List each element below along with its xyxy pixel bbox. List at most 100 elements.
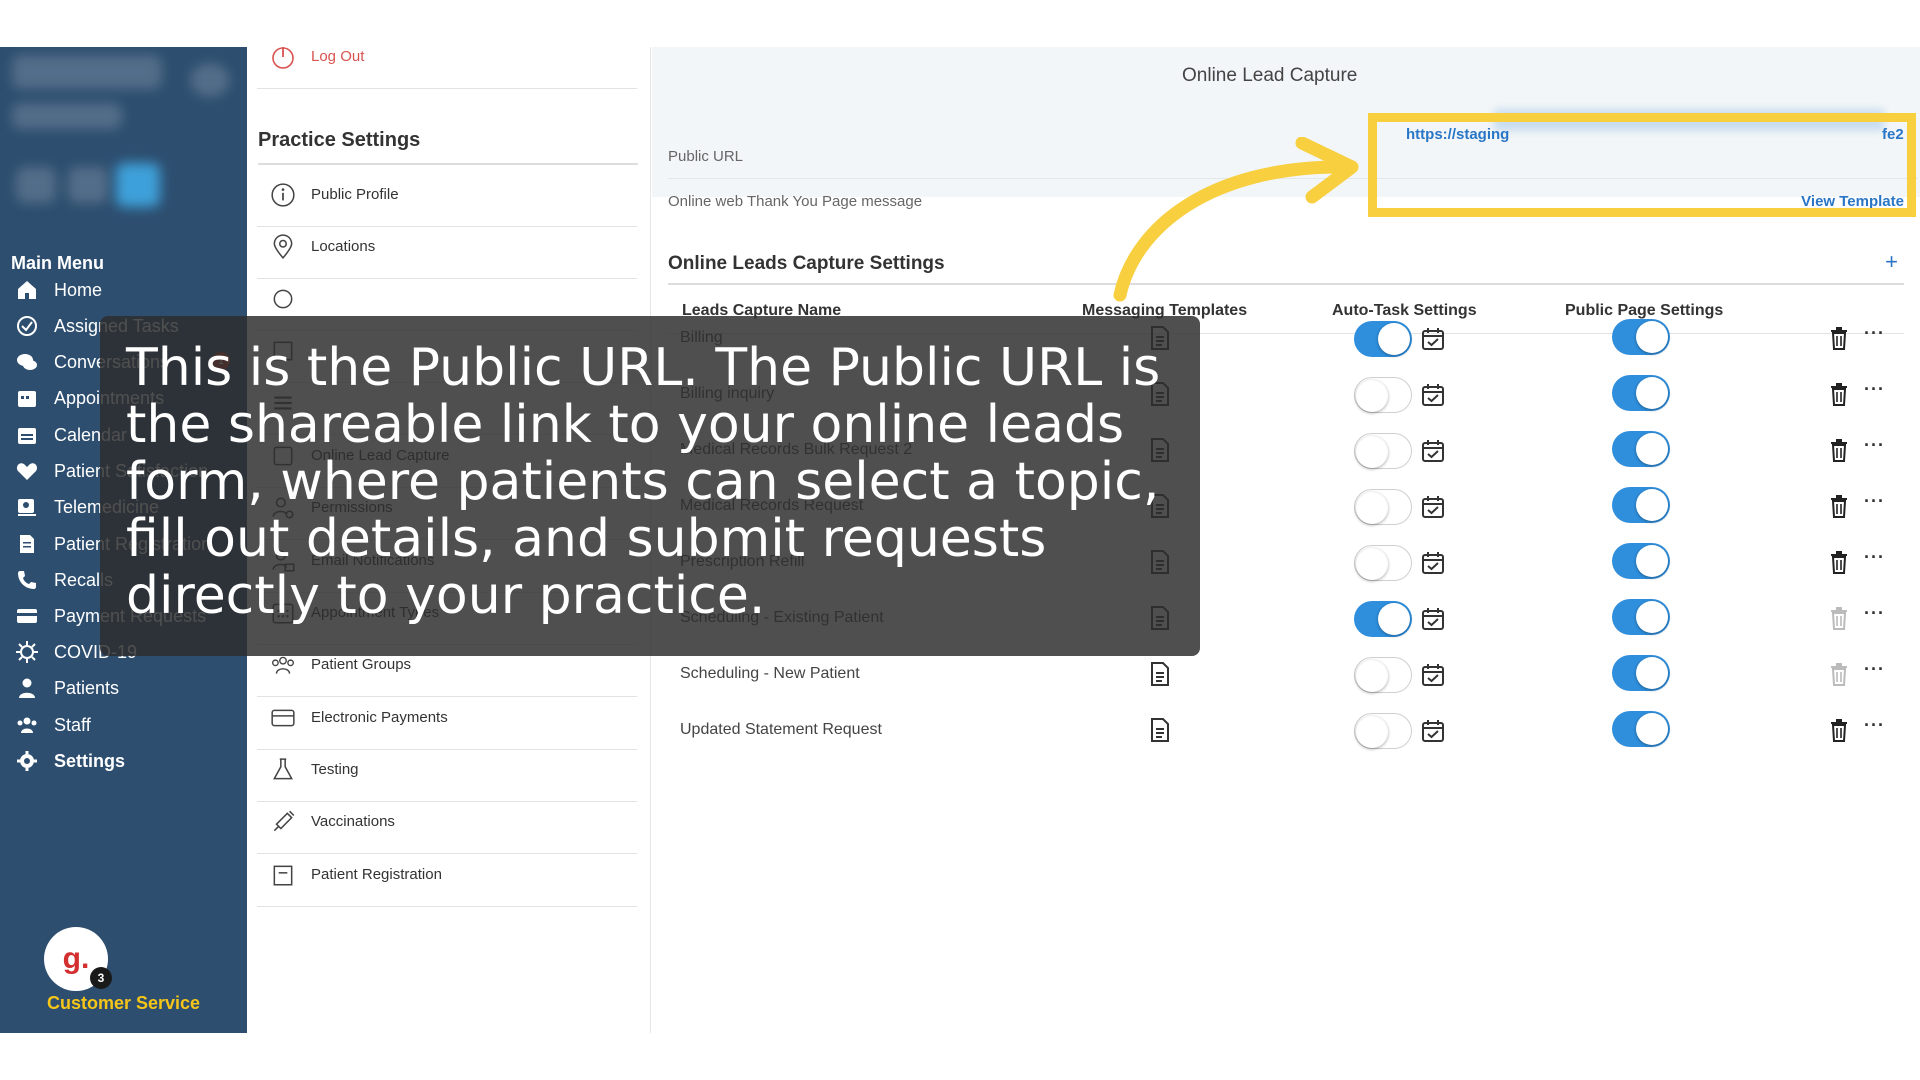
trash-icon[interactable] — [1828, 381, 1850, 407]
public-page-toggle[interactable] — [1612, 431, 1670, 467]
settings-item-label: Locations — [311, 238, 376, 255]
settings-item-label: Patient Groups — [311, 656, 412, 673]
settings-item-label: Vaccinations — [311, 813, 395, 830]
calendar-check-icon — [14, 385, 40, 411]
home-icon — [14, 277, 40, 303]
card-icon — [269, 704, 297, 732]
table-row: Updated Statement Request ··· — [668, 705, 1918, 761]
table-row: Scheduling - New Patient ··· — [668, 649, 1918, 705]
flask-icon — [269, 756, 297, 784]
public-page-toggle[interactable] — [1612, 599, 1670, 635]
form-icon — [14, 531, 40, 557]
blurred-quick-button-2[interactable] — [68, 167, 108, 203]
trash-icon[interactable] — [1828, 605, 1850, 631]
power-icon — [269, 43, 297, 71]
phone-icon — [14, 567, 40, 593]
settings-item-label: Patient Registration — [311, 866, 442, 883]
gear-icon — [14, 748, 40, 774]
check-circle-icon — [14, 313, 40, 339]
registration-icon — [269, 861, 297, 889]
settings-item-patient-registration[interactable]: Patient Registration — [257, 843, 637, 907]
sidebar-item-home[interactable]: Home — [0, 270, 247, 310]
section-title: Online Leads Capture Settings — [668, 253, 945, 274]
calendar-check-icon[interactable] — [1420, 326, 1446, 352]
more-options-icon[interactable]: ··· — [1864, 435, 1885, 456]
trash-icon[interactable] — [1828, 437, 1850, 463]
logout-label: Log Out — [311, 48, 365, 65]
practice-settings-title: Practice Settings — [258, 129, 421, 151]
blurred-quick-button-1[interactable] — [16, 167, 56, 203]
page-title: Online Lead Capture — [1182, 65, 1358, 86]
pointer-arrow-icon — [1113, 137, 1359, 302]
thank-you-label: Online web Thank You Page message — [668, 192, 923, 210]
trash-icon[interactable] — [1828, 549, 1850, 575]
more-options-icon[interactable]: ··· — [1864, 379, 1885, 400]
document-icon[interactable] — [1148, 661, 1172, 687]
public-page-toggle[interactable] — [1612, 319, 1670, 355]
trash-icon[interactable] — [1828, 493, 1850, 519]
sidebar-item-patients[interactable]: Patients — [0, 668, 247, 708]
calendar-check-icon[interactable] — [1420, 438, 1446, 464]
more-options-icon[interactable]: ··· — [1864, 547, 1885, 568]
auto-task-toggle[interactable] — [1354, 657, 1412, 693]
syringe-icon — [269, 808, 297, 836]
auto-task-toggle[interactable] — [1354, 489, 1412, 525]
auto-task-toggle[interactable] — [1354, 545, 1412, 581]
more-options-icon[interactable]: ··· — [1864, 603, 1885, 624]
blurred-user-name — [12, 103, 122, 129]
settings-item-label: Testing — [311, 761, 359, 778]
auto-task-toggle[interactable] — [1354, 321, 1412, 357]
more-options-icon[interactable]: ··· — [1864, 659, 1885, 680]
settings-item-label: Public Profile — [311, 186, 399, 203]
calendar-check-icon[interactable] — [1420, 494, 1446, 520]
calendar-check-icon[interactable] — [1420, 718, 1446, 744]
customer-service-logo: g. — [62, 942, 90, 975]
trash-icon[interactable] — [1828, 661, 1850, 687]
settings-item-label: Electronic Payments — [311, 709, 448, 726]
public-url-label: Public URL — [668, 148, 744, 165]
customer-service-badge: 3 — [90, 967, 112, 989]
calendar-check-icon[interactable] — [1420, 662, 1446, 688]
tutorial-text: This is the Public URL. The Public URL i… — [126, 338, 1161, 626]
heart-icon — [14, 458, 40, 484]
sidebar-item-label: Staff — [54, 714, 91, 735]
tutorial-overlay: This is the Public URL. The Public URL i… — [100, 316, 1200, 656]
auto-task-toggle[interactable] — [1354, 713, 1412, 749]
public-page-toggle[interactable] — [1612, 375, 1670, 411]
more-options-icon[interactable]: ··· — [1864, 491, 1885, 512]
virus-icon — [14, 639, 40, 665]
customer-service-label[interactable]: Customer Service — [0, 993, 247, 1014]
calendar-check-icon[interactable] — [1420, 606, 1446, 632]
auto-task-toggle[interactable] — [1354, 601, 1412, 637]
highlight-box — [1368, 113, 1916, 217]
blurred-practice-name — [12, 55, 162, 89]
sidebar-item-staff[interactable]: Staff — [0, 705, 247, 745]
auto-task-toggle[interactable] — [1354, 433, 1412, 469]
users-icon — [14, 712, 40, 738]
sidebar-item-settings[interactable]: Settings — [0, 741, 247, 781]
public-page-toggle[interactable] — [1612, 711, 1670, 747]
public-page-toggle[interactable] — [1612, 487, 1670, 523]
blurred-quick-button-3[interactable] — [116, 163, 160, 207]
lead-name: Updated Statement Request — [680, 721, 882, 738]
auto-task-toggle[interactable] — [1354, 377, 1412, 413]
lead-name: Scheduling - New Patient — [680, 665, 860, 682]
public-page-toggle[interactable] — [1612, 543, 1670, 579]
public-page-toggle[interactable] — [1612, 655, 1670, 691]
credit-card-icon — [14, 603, 40, 629]
trash-icon[interactable] — [1828, 717, 1850, 743]
trash-icon[interactable] — [1828, 325, 1850, 351]
document-icon[interactable] — [1148, 717, 1172, 743]
sidebar-item-label: Settings — [54, 750, 126, 771]
info-icon — [269, 181, 297, 209]
more-options-icon[interactable]: ··· — [1864, 715, 1885, 736]
user-icon — [14, 675, 40, 701]
logout-button[interactable]: Log Out — [257, 25, 637, 89]
sidebar-item-label: Patients — [54, 677, 120, 698]
chat-icon — [14, 349, 40, 375]
calendar-icon — [14, 422, 40, 448]
calendar-check-icon[interactable] — [1420, 550, 1446, 576]
calendar-check-icon[interactable] — [1420, 382, 1446, 408]
more-options-icon[interactable]: ··· — [1864, 323, 1885, 344]
add-icon[interactable]: + — [1885, 249, 1898, 275]
